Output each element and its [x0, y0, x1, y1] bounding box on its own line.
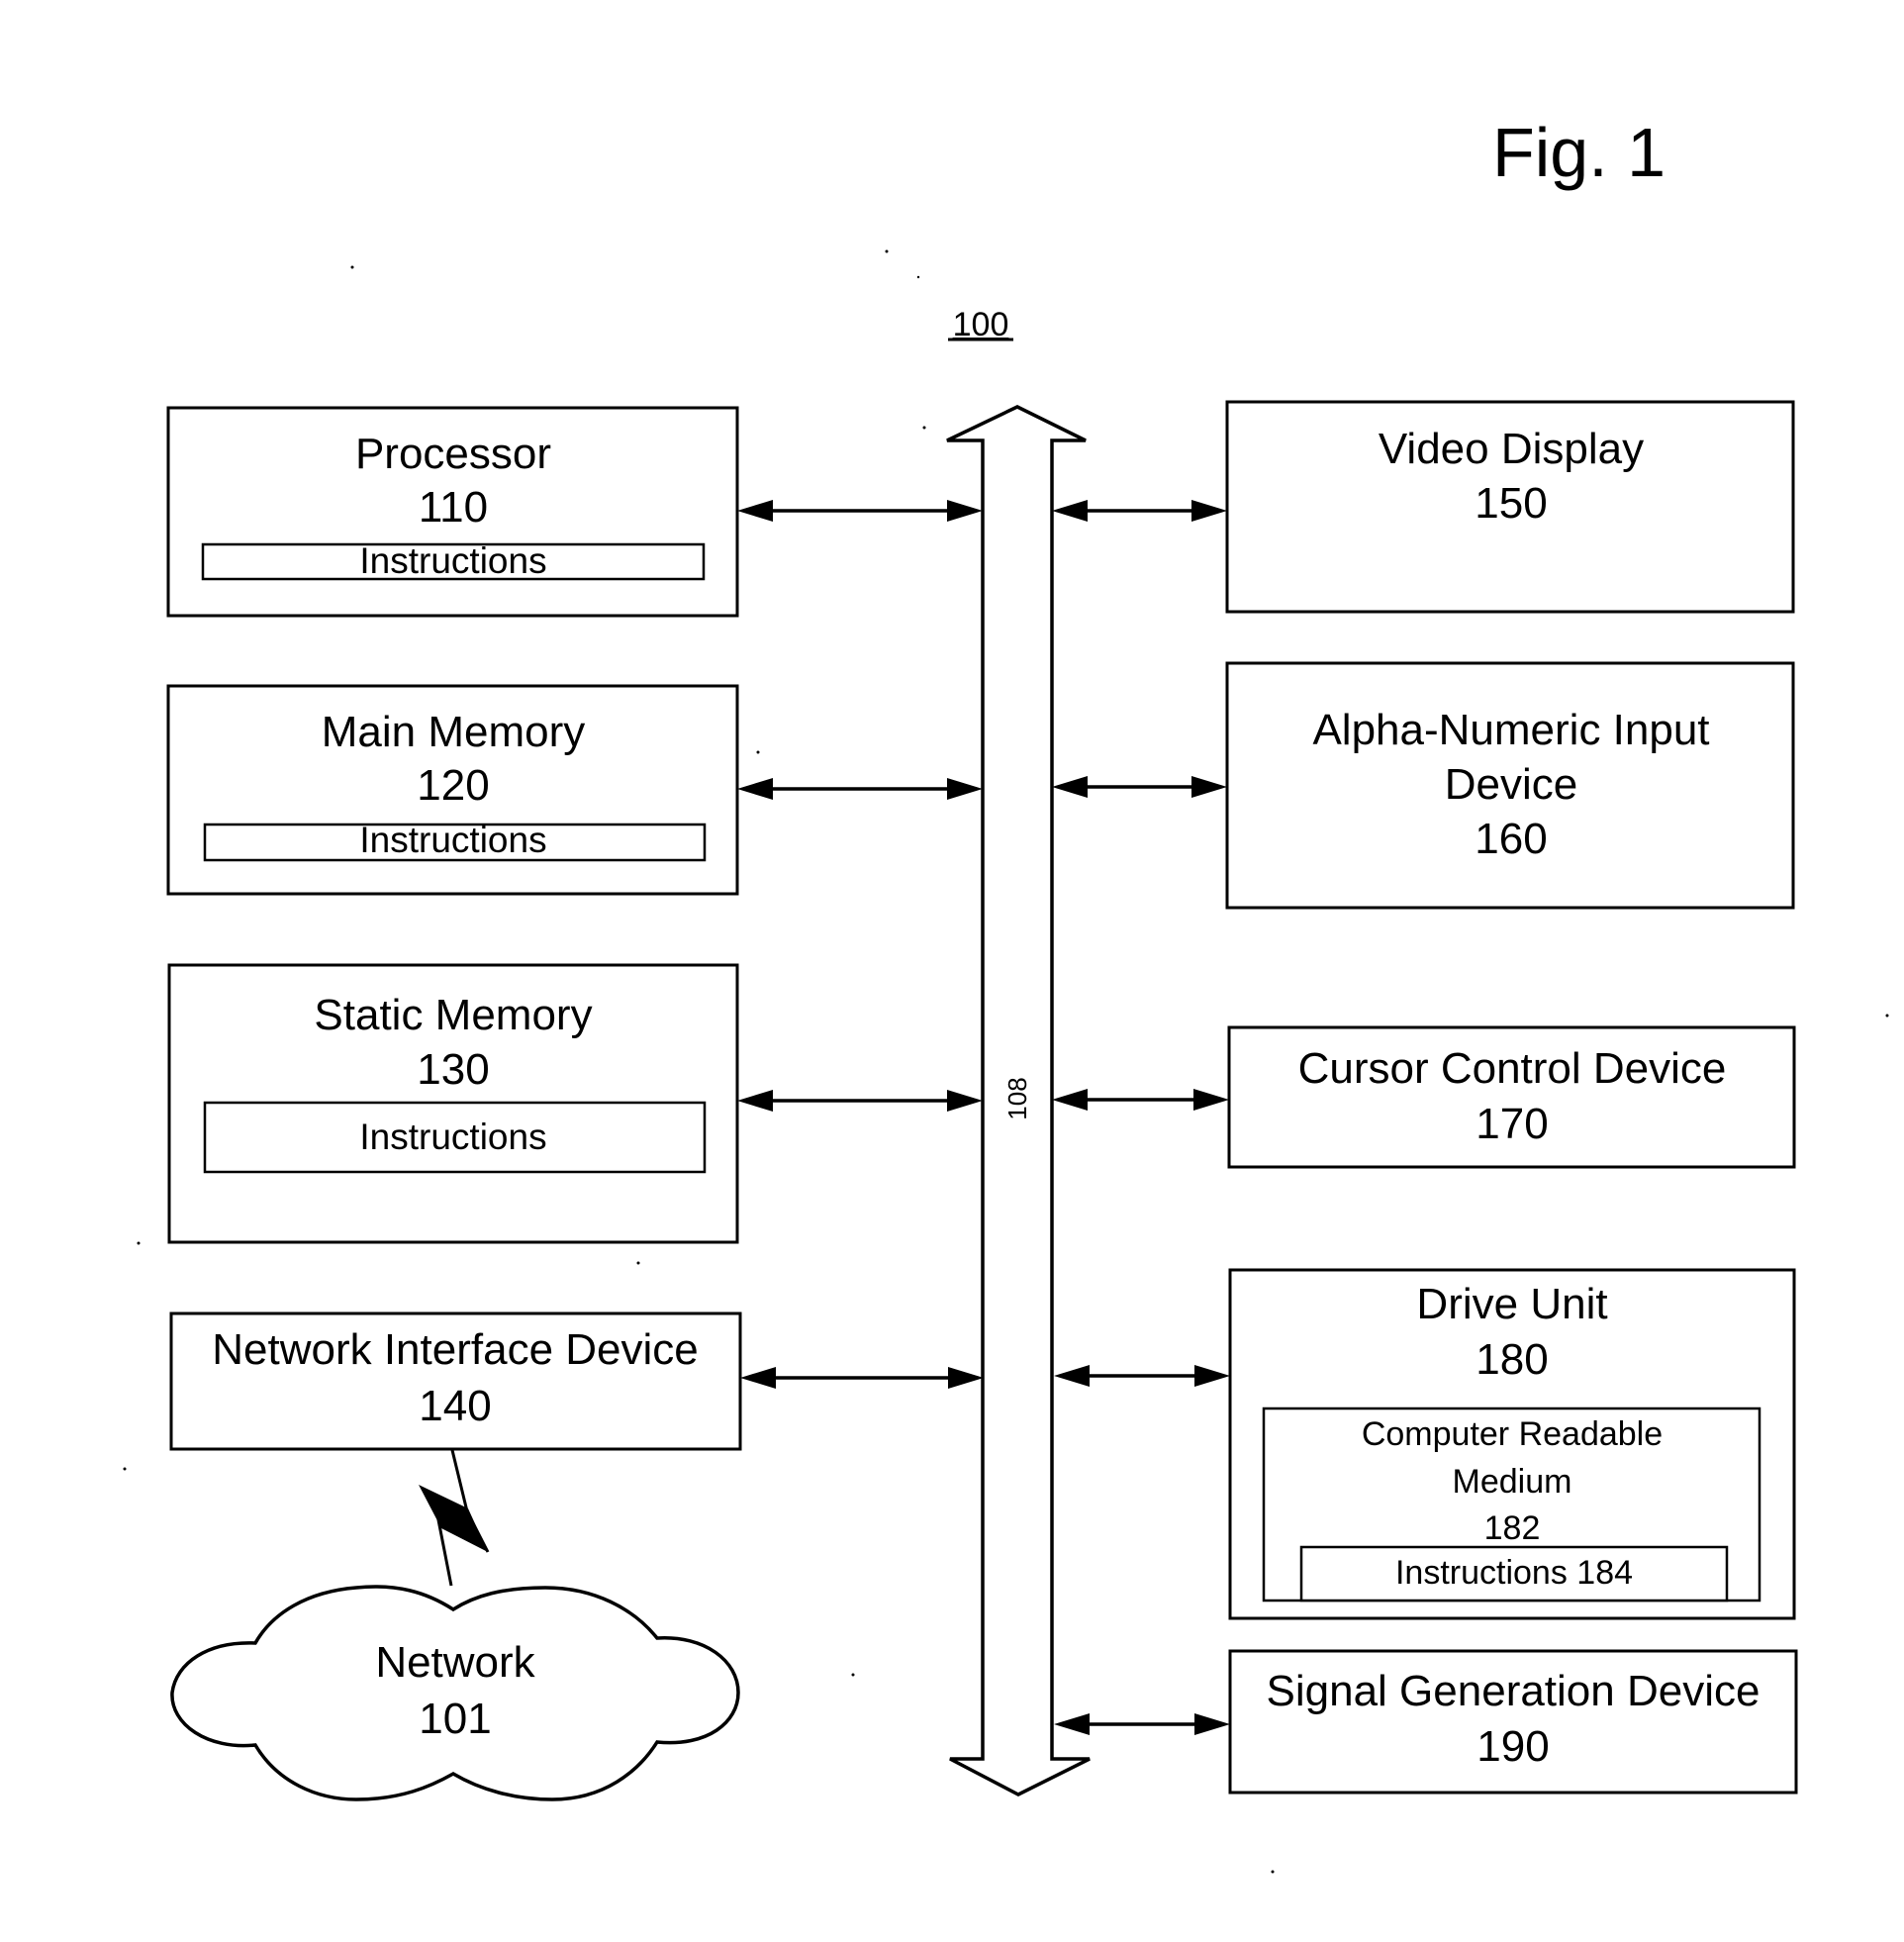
- arrowhead-left-icon: [737, 778, 773, 800]
- processor-instructions-label: Instructions: [359, 540, 546, 581]
- computer-readable-medium-label-line1: Computer Readable: [1362, 1415, 1663, 1453]
- static-memory-label: Static Memory: [314, 991, 592, 1039]
- processor-block[interactable]: Processor 110 Instructions: [166, 406, 739, 618]
- cloud-icon[interactable]: [170, 1585, 740, 1801]
- video-display-ref: 150: [1475, 479, 1547, 528]
- processor-label: Processor: [355, 430, 551, 478]
- system-block-diagram: Fig. 1 100 108 Processor 110 Instruction…: [123, 114, 1889, 1874]
- arrowhead-left-icon: [1052, 500, 1088, 522]
- connector-cursor-control: [1052, 1089, 1229, 1111]
- cursor-control-label: Cursor Control Device: [1298, 1044, 1727, 1093]
- arrowhead-right-icon: [1194, 1713, 1230, 1735]
- network-cloud[interactable]: Network 101: [170, 1585, 740, 1801]
- arrowhead-right-icon: [1194, 1365, 1230, 1387]
- system-reference-number: 100: [953, 306, 1009, 343]
- main-memory-instructions-label: Instructions: [359, 820, 546, 860]
- main-memory-ref: 120: [417, 761, 489, 810]
- drive-instructions-label: Instructions 184: [1395, 1554, 1633, 1592]
- arrowhead-left-icon: [1054, 1713, 1090, 1735]
- arrowhead-right-icon: [947, 778, 983, 800]
- signal-generation-label: Signal Generation Device: [1267, 1667, 1761, 1715]
- figure-title: Fig. 1: [1492, 114, 1666, 191]
- network-ref: 101: [419, 1695, 491, 1743]
- arrowhead-left-icon: [1052, 776, 1088, 798]
- connector-processor: [737, 500, 983, 522]
- connector-alpha-numeric-input: [1052, 776, 1227, 798]
- alpha-numeric-input-label-line1: Alpha-Numeric Input: [1312, 706, 1709, 754]
- signal-generation-ref: 190: [1476, 1722, 1549, 1771]
- wireless-link-icon: [419, 1449, 490, 1587]
- main-memory-label: Main Memory: [322, 708, 586, 756]
- connector-video-display: [1052, 500, 1227, 522]
- network-label: Network: [375, 1638, 535, 1687]
- arrowhead-left-icon: [740, 1367, 776, 1389]
- cursor-control-block[interactable]: Cursor Control Device 170: [1227, 1025, 1796, 1169]
- connector-static-memory: [737, 1090, 983, 1112]
- connector-drive-unit: [1054, 1365, 1230, 1387]
- alpha-numeric-input-label-line2: Device: [1445, 760, 1578, 809]
- cursor-control-ref: 170: [1476, 1100, 1548, 1148]
- static-memory-ref: 130: [417, 1045, 489, 1094]
- drive-unit-label: Drive Unit: [1416, 1280, 1607, 1328]
- network-interface-block[interactable]: Network Interface Device 140: [169, 1311, 742, 1451]
- arrowhead-left-icon: [737, 500, 773, 522]
- signal-generation-block[interactable]: Signal Generation Device 190: [1228, 1649, 1798, 1795]
- arrowhead-right-icon: [1191, 776, 1227, 798]
- drive-unit-ref: 180: [1476, 1335, 1548, 1384]
- computer-readable-medium-label-line2: Medium: [1453, 1463, 1572, 1501]
- arrowhead-right-icon: [948, 1367, 984, 1389]
- connector-main-memory: [737, 778, 983, 800]
- network-interface-label: Network Interface Device: [212, 1325, 699, 1374]
- arrowhead-left-icon: [1052, 1089, 1088, 1111]
- video-display-label: Video Display: [1379, 425, 1644, 473]
- main-memory-block[interactable]: Main Memory 120 Instructions: [166, 684, 739, 896]
- static-memory-instructions-label: Instructions: [359, 1117, 546, 1157]
- arrowhead-right-icon: [1191, 500, 1227, 522]
- connector-network-interface: [740, 1367, 984, 1389]
- drive-unit-block[interactable]: Drive Unit 180 Computer Readable Medium …: [1228, 1268, 1796, 1620]
- arrowhead-right-icon: [947, 1090, 983, 1112]
- static-memory-block[interactable]: Static Memory 130 Instructions: [167, 963, 739, 1244]
- computer-readable-medium-ref: 182: [1484, 1509, 1541, 1547]
- bus-reference-number: 108: [1002, 1077, 1032, 1119]
- network-interface-ref: 140: [419, 1382, 491, 1430]
- alpha-numeric-input-block[interactable]: Alpha-Numeric Input Device 160: [1225, 661, 1795, 910]
- arrowhead-right-icon: [947, 500, 983, 522]
- processor-ref: 110: [419, 483, 488, 532]
- alpha-numeric-input-ref: 160: [1475, 815, 1547, 863]
- connector-signal-generation: [1054, 1713, 1230, 1735]
- arrowhead-right-icon: [1193, 1089, 1229, 1111]
- video-display-block[interactable]: Video Display 150: [1225, 400, 1795, 614]
- arrowhead-left-icon: [1054, 1365, 1090, 1387]
- arrowhead-left-icon: [737, 1090, 773, 1112]
